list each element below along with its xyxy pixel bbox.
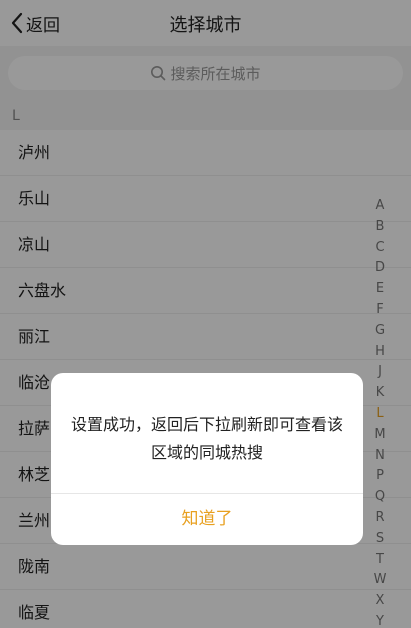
got-it-button[interactable]: 知道了 bbox=[51, 494, 363, 545]
success-dialog: 设置成功，返回后下拉刷新即可查看该区域的同城热搜 知道了 bbox=[51, 373, 363, 545]
dialog-message: 设置成功，返回后下拉刷新即可查看该区域的同城热搜 bbox=[70, 415, 343, 462]
